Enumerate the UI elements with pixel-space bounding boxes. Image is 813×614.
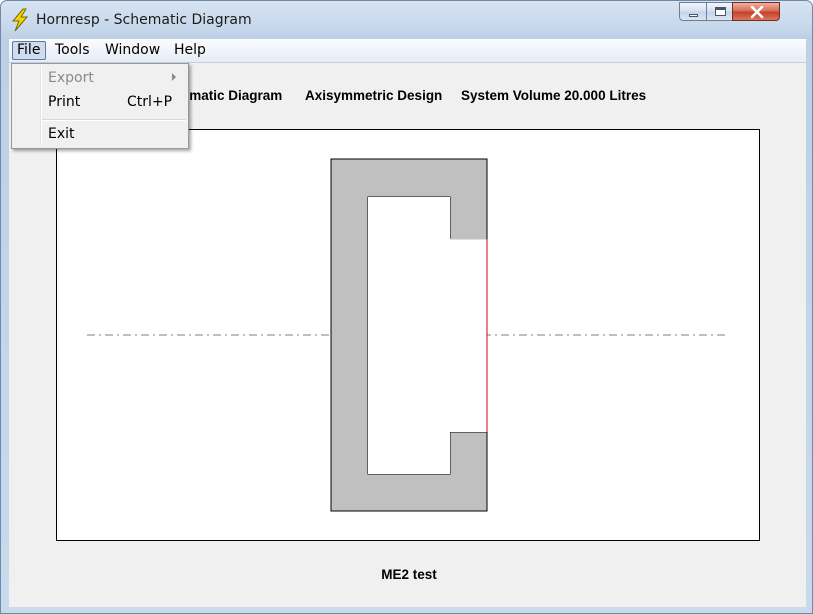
app-window: Hornresp - Schematic Diagram File Tools … [0,0,813,614]
title-bar[interactable]: Hornresp - Schematic Diagram [1,1,812,39]
print-shortcut: Ctrl+P [127,94,173,110]
close-button[interactable] [732,2,780,21]
record-title: ME2 test [381,567,437,582]
menu-help[interactable]: Help [170,41,210,60]
menu-item-exit[interactable]: Exit [48,126,75,142]
window-title: Hornresp - Schematic Diagram [36,12,252,28]
menu-gutter [40,66,42,146]
menu-separator [42,119,186,121]
enclosure-interior [368,197,450,474]
schematic-canvas [56,129,760,541]
minimize-button[interactable] [679,2,707,21]
menu-file[interactable]: File [12,41,46,60]
menu-item-export[interactable]: Export [48,70,94,86]
minimize-icon [689,14,698,17]
schematic-svg [87,158,729,512]
lightning-bolt-icon [11,8,29,32]
header-design-label: Axisymmetric Design [305,88,443,103]
enclosure-mouth [450,240,487,432]
header-volume-label: System Volume 20.000 Litres [461,88,647,103]
close-icon [750,6,764,19]
menu-tools[interactable]: Tools [51,41,94,60]
menu-window[interactable]: Window [101,41,164,60]
file-menu-dropdown: Export Print Ctrl+P Exit [11,63,189,149]
maximize-icon [715,7,726,16]
menu-item-print[interactable]: Print [48,94,80,110]
maximize-button[interactable] [706,2,733,21]
submenu-arrow-icon [172,73,176,81]
menu-bar: File Tools Window Help [9,39,806,63]
